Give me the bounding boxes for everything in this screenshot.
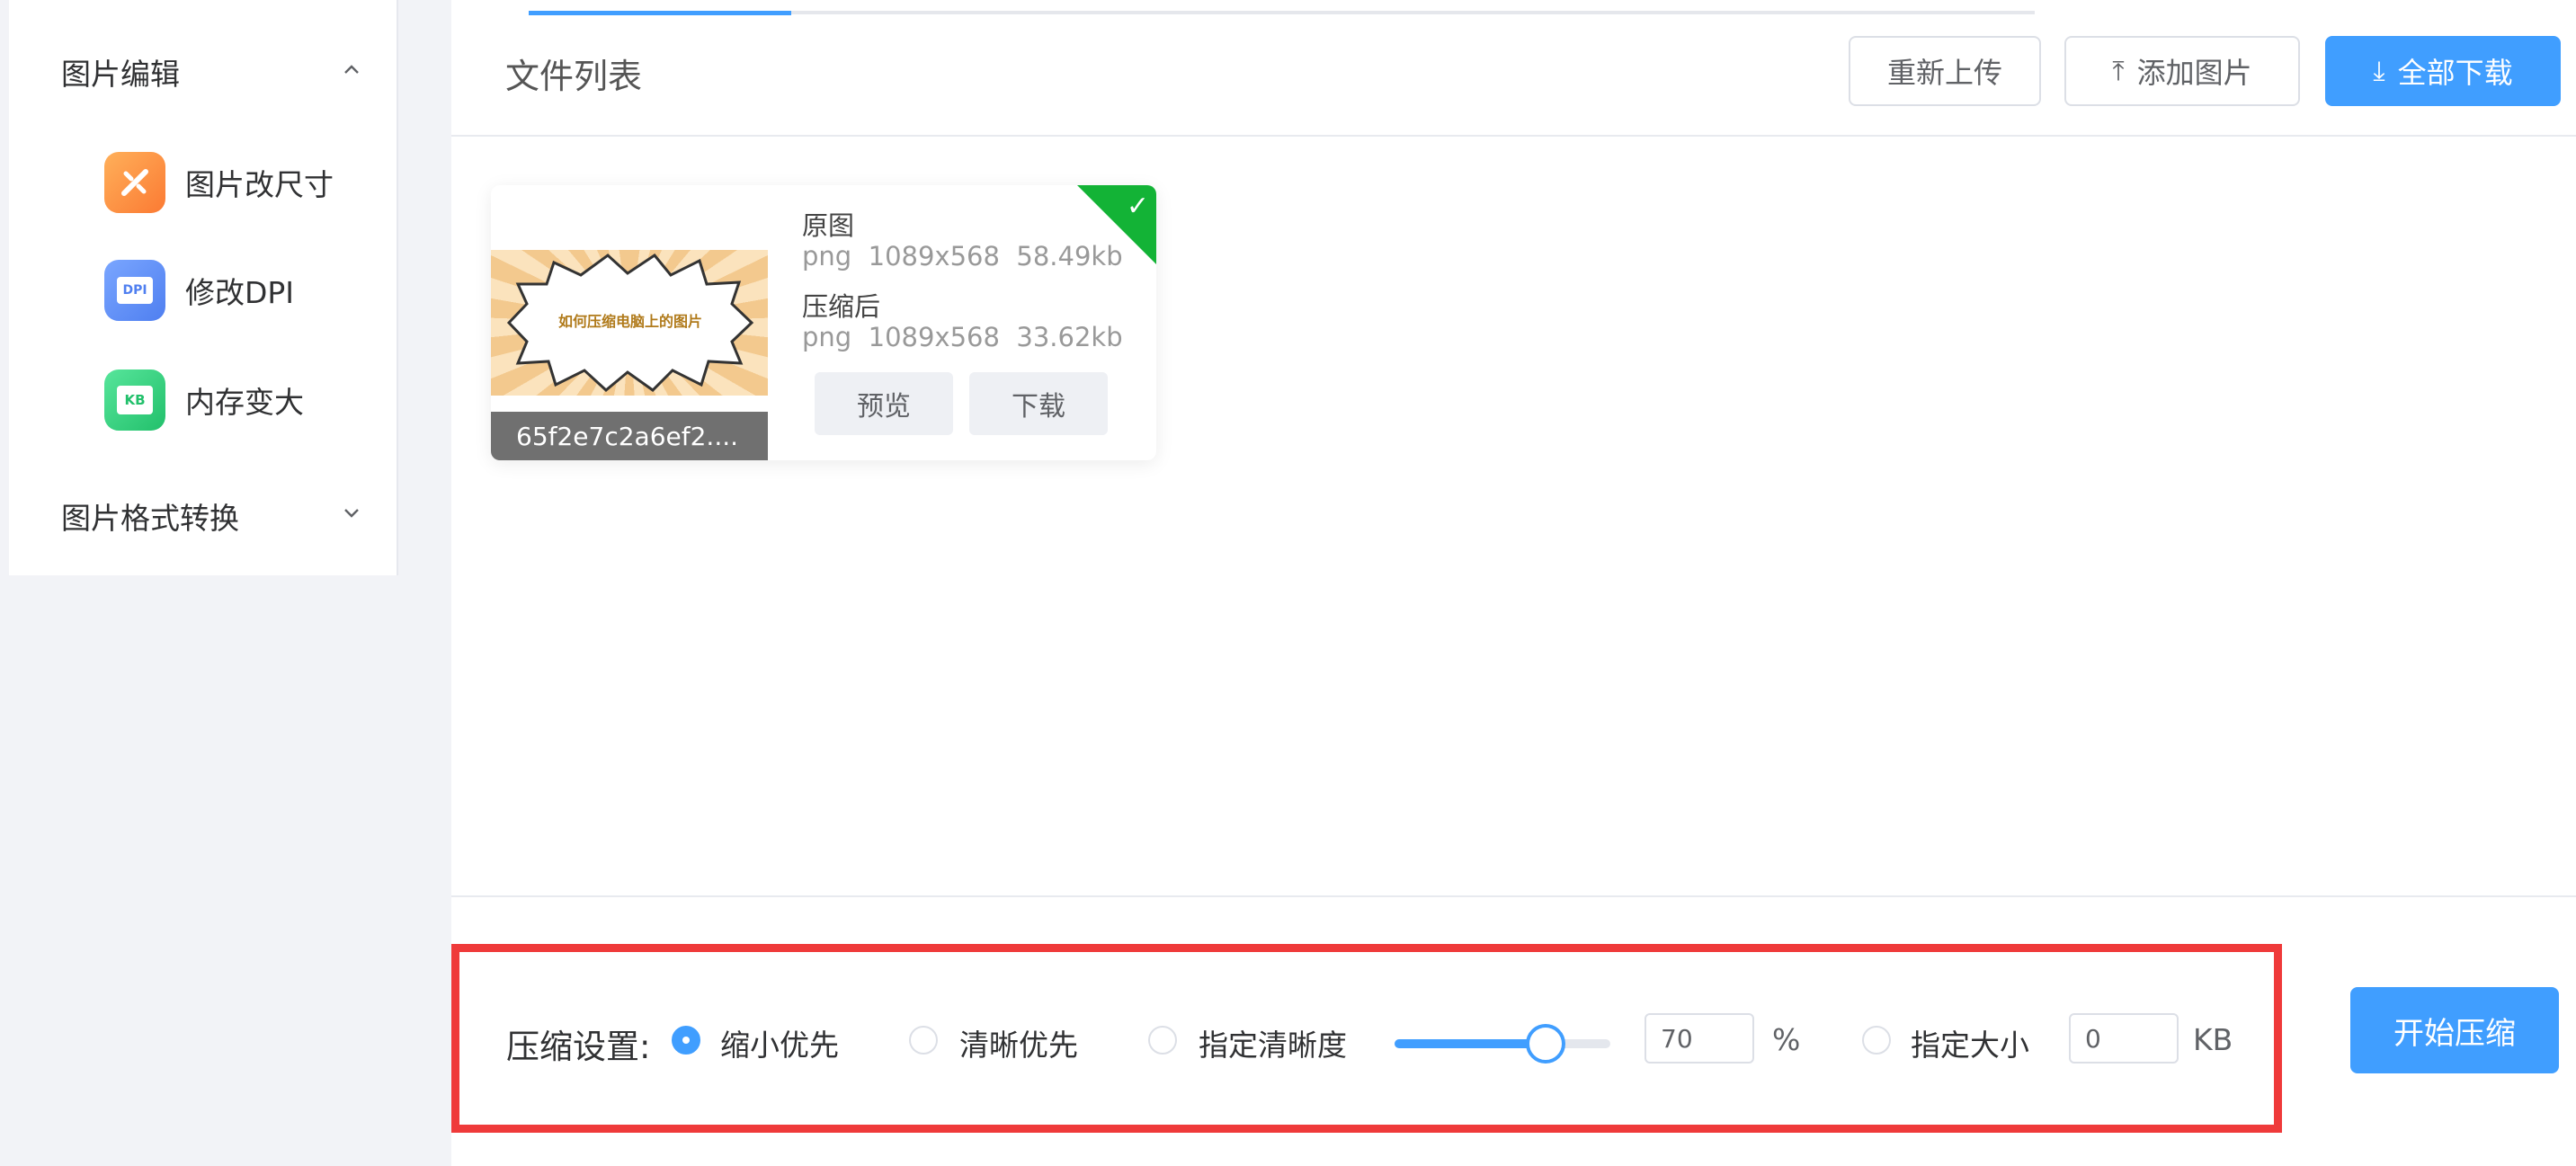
add-image-label: 添加图片 [2136, 56, 2252, 90]
compressed-meta: png 1089x568 33.62kb [802, 322, 1123, 352]
kb-icon: KB [104, 369, 165, 431]
resize-icon [104, 152, 165, 213]
download-icon: ⤓ [2373, 55, 2385, 87]
original-meta: png 1089x568 58.49kb [802, 241, 1123, 271]
quality-slider-fill [1395, 1039, 1546, 1048]
upload-icon: ⤒ [2112, 55, 2125, 87]
compression-settings: 压缩设置: 缩小优先 清晰优先 指定清晰度 70 % 指定大小 0 KB [451, 944, 2282, 1133]
sidebar-item-resize[interactable]: 图片改尺寸 [104, 151, 334, 214]
start-compress-label: 开始压缩 [2393, 1015, 2516, 1052]
kb-badge: KB [117, 386, 153, 414]
radio-clarity-priority[interactable] [909, 1026, 938, 1055]
quality-input[interactable]: 70 [1645, 1013, 1754, 1064]
radio-specified-clarity[interactable] [1148, 1026, 1177, 1055]
sidebar-item-dpi[interactable]: DPI 修改DPI [104, 259, 294, 322]
radio-label-size-priority[interactable]: 缩小优先 [720, 1021, 839, 1064]
dpi-badge: DPI [117, 277, 153, 304]
chevron-up-icon[interactable] [338, 56, 365, 83]
sidebar-panel: 图片编辑 图片改尺寸 DPI 修改DPI KB 内存变大 图片格式转换 [9, 0, 398, 575]
sidebar: 图片编辑 图片改尺寸 DPI 修改DPI KB 内存变大 图片格式转换 [0, 0, 401, 1166]
preview-label: 预览 [857, 391, 911, 423]
compressed-label: 压缩后 [802, 291, 881, 322]
start-compress-button[interactable]: 开始压缩 [2350, 987, 2559, 1073]
radio-specified-size[interactable] [1862, 1026, 1891, 1055]
download-button[interactable]: 下载 [969, 372, 1108, 435]
sidebar-item-label: 内存变大 [185, 385, 304, 420]
radio-label-specified-size[interactable]: 指定大小 [1911, 1021, 2029, 1064]
original-label: 原图 [802, 210, 855, 241]
radio-label-specified-clarity[interactable]: 指定清晰度 [1199, 1021, 1347, 1064]
file-name: 65f2e7c2a6ef2.... [491, 412, 768, 460]
file-card: 如何压缩电脑上的图片 65f2e7c2a6ef2.... 原图 png 1089… [491, 185, 1156, 460]
quality-slider[interactable] [1395, 1024, 1610, 1064]
size-value: 0 [2085, 1023, 2101, 1054]
download-all-button[interactable]: ⤓ 全部下载 [2325, 36, 2561, 106]
add-image-button[interactable]: ⤒ 添加图片 [2064, 36, 2300, 106]
radio-size-priority[interactable] [672, 1026, 700, 1055]
quality-slider-handle[interactable] [1526, 1024, 1565, 1064]
divider [451, 895, 2576, 897]
check-icon: ✓ [1126, 191, 1149, 222]
file-list-header: 文件列表 重新上传 ⤒ 添加图片 ⤓ 全部下载 [451, 16, 2576, 137]
sidebar-group-convert-title[interactable]: 图片格式转换 [61, 494, 239, 538]
top-tab-active-indicator [529, 11, 791, 15]
quality-value: 70 [1661, 1023, 1693, 1054]
sidebar-group-edit-title[interactable]: 图片编辑 [61, 50, 180, 93]
preview-button[interactable]: 预览 [815, 372, 953, 435]
reupload-label: 重新上传 [1886, 56, 2002, 90]
reupload-button[interactable]: 重新上传 [1849, 36, 2041, 106]
dpi-icon: DPI [104, 260, 165, 321]
size-unit: KB [2193, 1022, 2233, 1057]
download-all-label: 全部下载 [2397, 56, 2513, 90]
sidebar-item-label: 修改DPI [185, 275, 295, 310]
size-input[interactable]: 0 [2069, 1013, 2179, 1064]
image-thumbnail[interactable]: 如何压缩电脑上的图片 [491, 250, 768, 396]
settings-title: 压缩设置: [506, 1028, 651, 1066]
download-label: 下载 [1012, 391, 1065, 423]
chevron-down-icon[interactable] [338, 500, 365, 527]
quality-unit: % [1772, 1022, 1801, 1057]
sidebar-item-label: 图片改尺寸 [185, 167, 334, 202]
thumbnail-text: 如何压缩电脑上的图片 [557, 313, 702, 330]
radio-label-clarity-priority[interactable]: 清晰优先 [959, 1021, 1078, 1064]
page-title: 文件列表 [505, 57, 643, 96]
sidebar-item-kb[interactable]: KB 内存变大 [104, 369, 304, 432]
